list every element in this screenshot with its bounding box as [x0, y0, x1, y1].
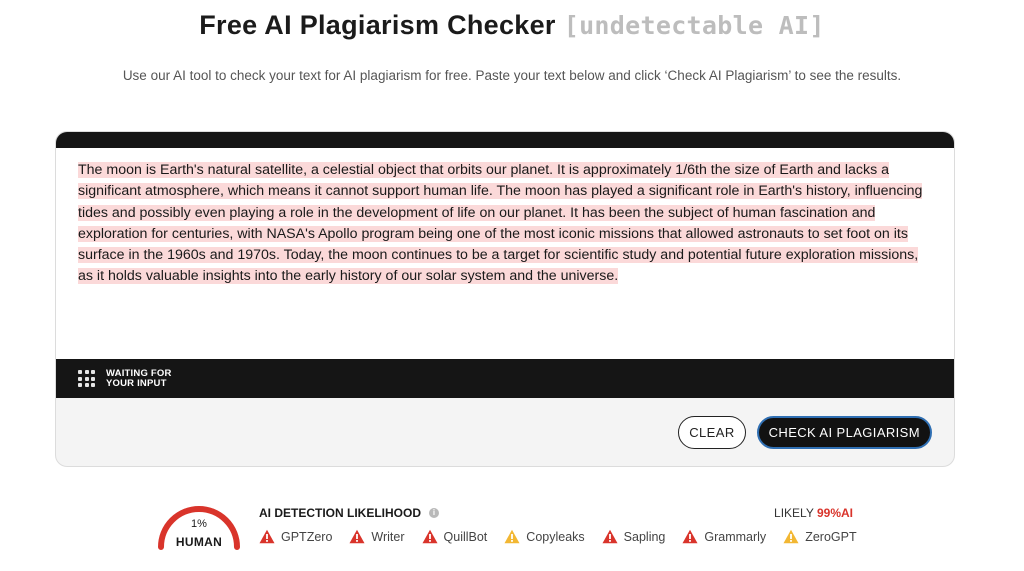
- detection-title-text: AI DETECTION LIKELIHOOD: [259, 506, 421, 520]
- gauge-percent: 1%: [191, 518, 207, 530]
- grid-dots-icon: [78, 370, 95, 387]
- status-bar: WAITING FOR YOUR INPUT: [56, 359, 954, 398]
- detector-name: Copyleaks: [526, 529, 585, 544]
- checker-card: The moon is Earth's natural satellite, a…: [55, 131, 955, 467]
- page-title-main: Free AI Plagiarism Checker: [199, 10, 556, 40]
- info-icon[interactable]: i: [429, 508, 439, 518]
- detector-item: Sapling: [602, 529, 666, 544]
- clear-button[interactable]: CLEAR: [678, 416, 746, 449]
- warning-icon: [259, 529, 275, 544]
- flagged-text: The moon is Earth's natural satellite, a…: [78, 162, 923, 285]
- detector-name: Sapling: [623, 529, 666, 544]
- detector-name: QuillBot: [443, 529, 488, 544]
- detector-list: GPTZero Writer QuillBot Copyleaks Sapling Gra…: [259, 529, 857, 544]
- warning-icon: [422, 529, 438, 544]
- page: Free AI Plagiarism Checker [undetectable …: [0, 0, 1024, 571]
- warning-icon: [349, 529, 365, 544]
- warning-icon: [783, 529, 799, 544]
- page-title-tag: [undetectable AI]: [563, 11, 825, 40]
- warning-icon: [682, 529, 698, 544]
- warning-icon: [504, 529, 520, 544]
- detector-name: ZeroGPT: [805, 529, 857, 544]
- page-subtitle: Use our AI tool to check your text for A…: [122, 68, 902, 83]
- action-buttons: CLEAR CHECK AI PLAGIARISM: [678, 416, 932, 449]
- gauge-label: HUMAN: [175, 535, 223, 549]
- status-text: WAITING FOR YOUR INPUT: [106, 367, 172, 389]
- detector-name: GPTZero: [281, 529, 333, 544]
- likely-prefix: LIKELY: [774, 506, 814, 520]
- warning-icon: [602, 529, 618, 544]
- detector-name: Grammarly: [704, 529, 767, 544]
- likely-value: 99%AI: [816, 506, 853, 520]
- check-ai-plagiarism-button[interactable]: CHECK AI PLAGIARISM: [756, 416, 932, 449]
- detector-item: Copyleaks: [504, 529, 585, 544]
- detector-name: Writer: [371, 529, 405, 544]
- detector-item: QuillBot: [422, 529, 488, 544]
- status-line-1: WAITING FOR: [106, 367, 172, 379]
- detection-title: AI DETECTION LIKELIHOOD i: [259, 506, 439, 520]
- detector-item: ZeroGPT: [783, 529, 857, 544]
- detector-item: Grammarly: [682, 529, 766, 544]
- likely-result: LIKELY 99%AI: [774, 506, 853, 520]
- detector-item: GPTZero: [259, 529, 332, 544]
- page-title: Free AI Plagiarism Checker [undetectable …: [0, 10, 1024, 41]
- detector-item: Writer: [349, 529, 405, 544]
- editor-top-bar: [56, 132, 954, 148]
- status-line-2: YOUR INPUT: [106, 377, 167, 389]
- text-input-area[interactable]: The moon is Earth's natural satellite, a…: [56, 148, 954, 359]
